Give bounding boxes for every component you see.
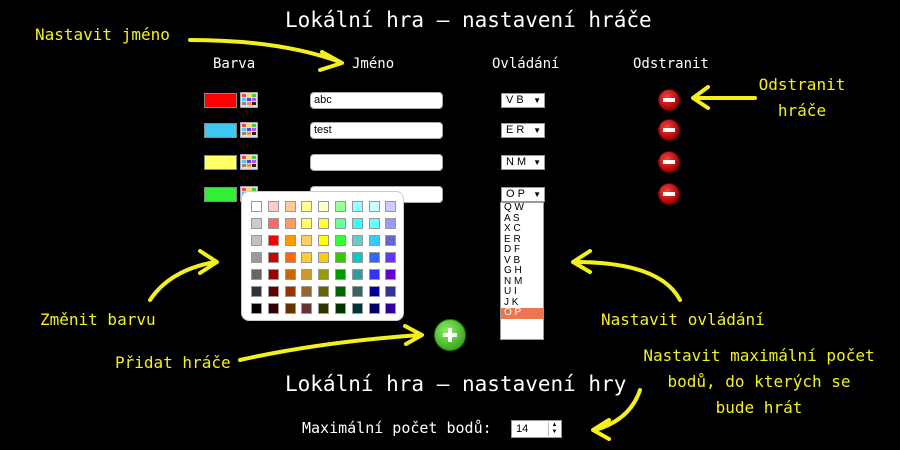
arrow-set-controls bbox=[573, 260, 682, 302]
arrow-add-player bbox=[238, 333, 422, 362]
annotation-arrows bbox=[148, 38, 757, 441]
arrow-set-name bbox=[188, 38, 342, 64]
